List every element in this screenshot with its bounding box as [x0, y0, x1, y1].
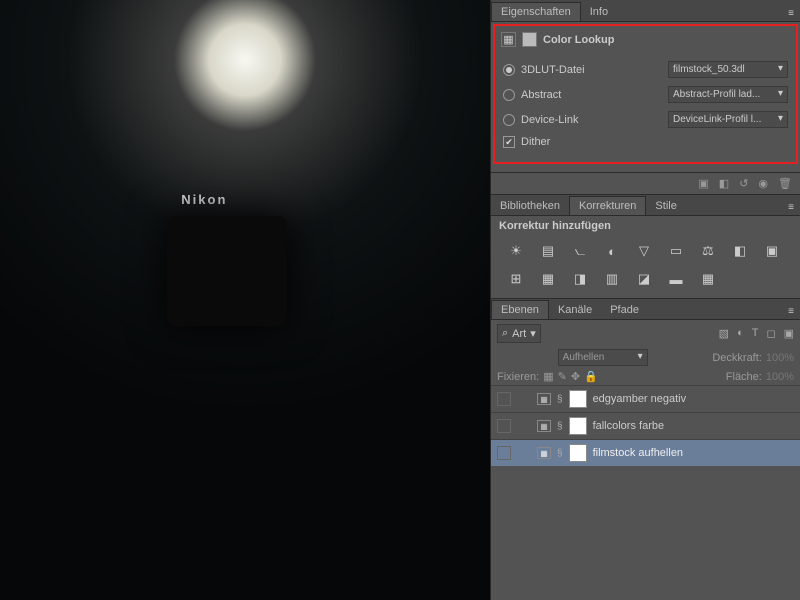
posterize-icon[interactable]: ▥ — [601, 270, 623, 288]
filter-adjust-icon[interactable]: ◐ — [737, 327, 744, 340]
chevron-down-icon: ▾ — [530, 327, 536, 340]
link-icon: § — [557, 448, 563, 459]
filter-shape-icon[interactable]: ◻ — [766, 327, 775, 340]
trash-icon[interactable]: 🗑 — [778, 177, 792, 190]
clip-icon[interactable]: ▣ — [698, 177, 708, 190]
tab-stile[interactable]: Stile — [646, 197, 685, 215]
colorlookup-icon[interactable]: ▦ — [537, 270, 559, 288]
layer-row[interactable]: ▦ § fallcolors farbe — [491, 412, 800, 439]
layer-name[interactable]: filmstock aufhellen — [593, 447, 684, 459]
blend-mode-dropdown[interactable]: Aufhellen — [558, 349, 648, 366]
layer-mask-thumb[interactable] — [569, 417, 587, 435]
panel-menu-icon[interactable]: ≡ — [782, 6, 800, 21]
properties-utilbar: ▣ ◧ ↺ ◉ 🗑 — [491, 172, 800, 194]
right-sidepanel: Eigenschaften Info ≡ ▦ Color Lookup 3DLU… — [490, 0, 800, 600]
layer-filter-kind[interactable]: ⌕ Art ▾ — [497, 324, 541, 343]
fill-value[interactable]: 100% — [766, 371, 794, 383]
layers-menu-icon[interactable]: ≡ — [782, 304, 800, 319]
camera-lens-graphic — [206, 252, 261, 307]
radio-3dlut[interactable] — [503, 64, 515, 76]
radio-devicelink[interactable] — [503, 114, 515, 126]
label-abstract: Abstract — [521, 89, 561, 101]
invert-icon[interactable]: ◨ — [569, 270, 591, 288]
label-dither: Dither — [521, 136, 550, 148]
channelmixer-icon[interactable]: ⊞ — [505, 270, 527, 288]
previous-icon[interactable]: ◧ — [719, 177, 729, 190]
photofilter-icon[interactable]: ▣ — [761, 242, 783, 260]
bw-icon[interactable]: ◧ — [729, 242, 751, 260]
filter-smart-icon[interactable]: ▣ — [784, 327, 794, 340]
opacity-label: Deckkraft: — [712, 352, 762, 364]
lock-all-icon[interactable]: 🔒 — [584, 370, 598, 383]
threshold-icon[interactable]: ◪ — [633, 270, 655, 288]
tab-ebenen[interactable]: Ebenen — [491, 300, 549, 319]
layer-name[interactable]: fallcolors farbe — [593, 420, 665, 432]
colorbalance-icon[interactable]: ⚖ — [697, 242, 719, 260]
lock-transparent-icon[interactable]: ▦ — [543, 370, 553, 383]
tab-korrekturen[interactable]: Korrekturen — [569, 196, 646, 215]
document-canvas[interactable]: Nikon — [0, 0, 490, 600]
dropdown-devicelink[interactable]: DeviceLink-Profil l... — [668, 111, 788, 128]
link-icon: § — [557, 394, 563, 405]
curves-icon[interactable]: ⦦ — [569, 242, 591, 260]
dropdown-3dlut[interactable]: filmstock_50.3dl — [668, 61, 788, 78]
tab-bibliotheken[interactable]: Bibliotheken — [491, 197, 569, 215]
mask-icon — [522, 32, 537, 47]
adjustments-subtitle: Korrektur hinzufügen — [491, 216, 800, 236]
filter-pixel-icon[interactable]: ▧ — [719, 327, 729, 340]
vibrance-icon[interactable]: ▽ — [633, 242, 655, 260]
layer-row-selected[interactable]: ▦ § filmstock aufhellen — [491, 439, 800, 466]
levels-icon[interactable]: ▤ — [537, 242, 559, 260]
selectivecolor-icon[interactable]: ▦ — [697, 270, 719, 288]
grid-icon: ▦ — [501, 32, 516, 47]
label-3dlut: 3DLUT-Datei — [521, 64, 585, 76]
properties-highlight-box: ▦ Color Lookup 3DLUT-Datei filmstock_50.… — [493, 24, 798, 164]
layer-row[interactable]: ▦ § edgyamber negativ — [491, 385, 800, 412]
visibility-toggle[interactable] — [497, 446, 511, 460]
adjustment-thumb-icon: ▦ — [537, 393, 551, 405]
tab-kanaele[interactable]: Kanäle — [549, 301, 601, 319]
opacity-value[interactable]: 100% — [766, 352, 794, 364]
layer-mask-thumb[interactable] — [569, 390, 587, 408]
tab-properties[interactable]: Eigenschaften — [491, 2, 581, 21]
layer-mask-thumb[interactable] — [569, 444, 587, 462]
adjustments-tabs: Bibliotheken Korrekturen Stile ≡ — [491, 194, 800, 216]
camera-brand-text: Nikon — [181, 192, 227, 207]
lock-label: Fixieren: — [497, 371, 539, 383]
filter-type-icon[interactable]: T — [752, 327, 759, 340]
gradientmap-icon[interactable]: ▬ — [665, 270, 687, 288]
reset-icon[interactable]: ↺ — [739, 177, 748, 190]
search-icon: ⌕ — [502, 327, 508, 340]
tab-pfade[interactable]: Pfade — [601, 301, 648, 319]
adjustments-grid: ☀ ▤ ⦦ ◐ ▽ ▭ ⚖ ◧ ▣ ⊞ ▦ ◨ ▥ ◪ ▬ ▦ — [491, 236, 800, 298]
radio-abstract[interactable] — [503, 89, 515, 101]
visibility-icon[interactable]: ◉ — [758, 177, 768, 190]
exposure-icon[interactable]: ◐ — [601, 242, 623, 260]
properties-tabs: Eigenschaften Info ≡ — [491, 0, 800, 22]
dropdown-abstract[interactable]: Abstract-Profil lad... — [668, 86, 788, 103]
layers-tabs: Ebenen Kanäle Pfade ≡ — [491, 298, 800, 320]
link-icon: § — [557, 421, 563, 432]
visibility-toggle[interactable] — [497, 392, 511, 406]
lock-pixels-icon[interactable]: ✎ — [558, 370, 567, 383]
adjustments-menu-icon[interactable]: ≡ — [782, 200, 800, 215]
layer-name[interactable]: edgyamber negativ — [593, 393, 687, 405]
fill-label: Fläche: — [726, 371, 762, 383]
visibility-toggle[interactable] — [497, 419, 511, 433]
adjustment-title: Color Lookup — [543, 34, 615, 46]
label-devicelink: Device-Link — [521, 114, 578, 126]
brightness-icon[interactable]: ☀ — [505, 242, 527, 260]
adjustment-thumb-icon: ▦ — [537, 420, 551, 432]
tab-info[interactable]: Info — [581, 3, 617, 21]
lock-position-icon[interactable]: ✥ — [571, 370, 580, 383]
checkbox-dither[interactable] — [503, 136, 515, 148]
hue-icon[interactable]: ▭ — [665, 242, 687, 260]
adjustment-thumb-icon: ▦ — [537, 447, 551, 459]
